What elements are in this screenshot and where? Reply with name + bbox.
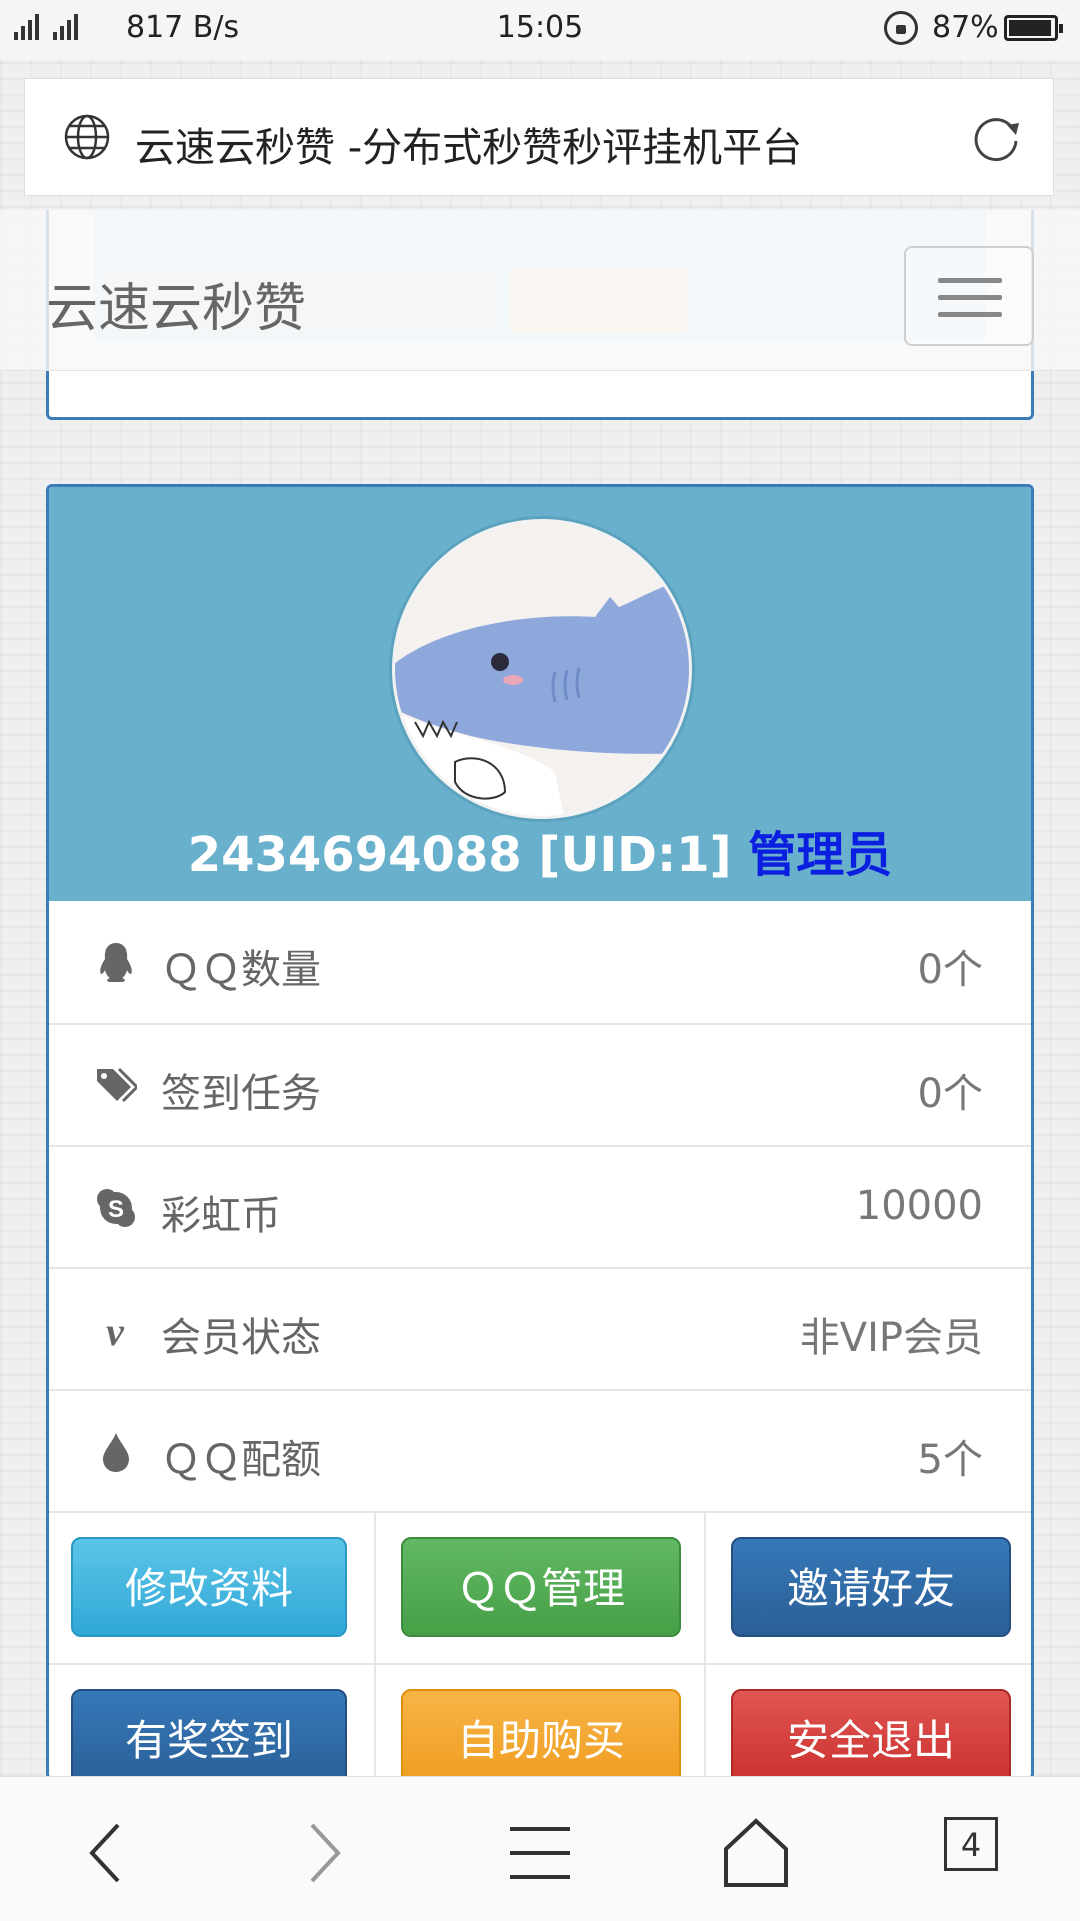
stat-value: 0个 (917, 1071, 983, 1117)
tabs-button[interactable]: 4 (944, 1817, 998, 1871)
back-icon[interactable] (66, 1813, 146, 1893)
stat-label: 彩虹币 (161, 1193, 281, 1239)
stat-row-qq-quota: ＱＱ配额 5个 (49, 1389, 1031, 1511)
battery-icon (1004, 15, 1063, 41)
menu-toggle-button[interactable] (904, 246, 1034, 346)
avatar[interactable] (392, 519, 692, 819)
stat-value: 0个 (917, 947, 983, 993)
rotation-lock-icon (884, 11, 918, 45)
stat-value: 10000 (855, 1183, 983, 1229)
stat-row-qq-count: ＱＱ数量 0个 (49, 901, 1031, 1023)
shark-avatar-image (395, 522, 689, 816)
battery-percent: 87% (932, 10, 999, 45)
stat-label: ＱＱ数量 (161, 947, 321, 993)
edit-profile-button[interactable]: 修改资料 (71, 1537, 347, 1637)
address-bar[interactable]: 云速云秒赞 -分布式秒赞秒评挂机平台 (24, 78, 1054, 196)
status-time: 15:05 (496, 10, 584, 45)
stat-value: 非VIP会员 (799, 1315, 983, 1361)
skype-icon: S (97, 1189, 135, 1227)
qq-manage-button[interactable]: ＱＱ管理 (401, 1537, 681, 1637)
page-title: 云速云秒赞 -分布式秒赞秒评挂机平台 (135, 125, 803, 171)
stat-value: 5个 (917, 1437, 983, 1483)
stat-row-member-status: v 会员状态 非VIP会员 (49, 1267, 1031, 1389)
browser-bottom-nav: 4 (0, 1776, 1080, 1921)
stat-label: 签到任务 (161, 1071, 321, 1117)
stat-label: ＱＱ配额 (161, 1437, 321, 1483)
action-grid: 修改资料 ＱＱ管理 邀请好友 有奖签到 自助购买 安全退出 (49, 1511, 1031, 1777)
profile-name: 2434694088 [UID:1] 管理员 (49, 815, 1031, 885)
daily-signin-button[interactable]: 有奖签到 (71, 1689, 347, 1777)
self-purchase-button[interactable]: 自助购买 (401, 1689, 681, 1777)
profile-uid: [UID:1] (538, 827, 732, 883)
qq-penguin-icon (100, 943, 132, 982)
profile-qq: 2434694088 (187, 827, 522, 883)
stat-label: 会员状态 (161, 1315, 321, 1361)
stats-list: ＱＱ数量 0个 签到任务 0个 S 彩虹币 10000 v 会员状态 非VIP会… (49, 901, 1031, 1511)
logout-button[interactable]: 安全退出 (731, 1689, 1011, 1777)
status-bar: 817 B/s 15:05 87% (0, 0, 1080, 60)
reload-icon[interactable] (969, 111, 1023, 165)
stat-row-signin-tasks: 签到任务 0个 (49, 1023, 1031, 1145)
svg-text:S: S (108, 1196, 124, 1223)
profile-role: 管理员 (748, 827, 893, 883)
svg-text:v: v (106, 1309, 125, 1351)
forward-icon[interactable] (284, 1813, 364, 1893)
invite-friends-button[interactable]: 邀请好友 (731, 1537, 1011, 1637)
site-navbar: 云速云秒赞 (0, 210, 1080, 371)
vimeo-icon: v (106, 1309, 125, 1351)
site-brand[interactable]: 云速云秒赞 (46, 266, 306, 341)
profile-header: 2434694088 [UID:1] 管理员 (49, 487, 1031, 901)
user-panel: 2434694088 [UID:1] 管理员 ＱＱ数量 0个 签到任务 0个 S… (46, 484, 1034, 1780)
menu-icon[interactable] (500, 1813, 580, 1893)
stat-row-rainbow-coin: S 彩虹币 10000 (49, 1145, 1031, 1267)
water-drop-icon (103, 1433, 129, 1472)
home-icon[interactable] (716, 1813, 796, 1893)
globe-icon (64, 114, 110, 160)
tags-icon (97, 1067, 137, 1103)
